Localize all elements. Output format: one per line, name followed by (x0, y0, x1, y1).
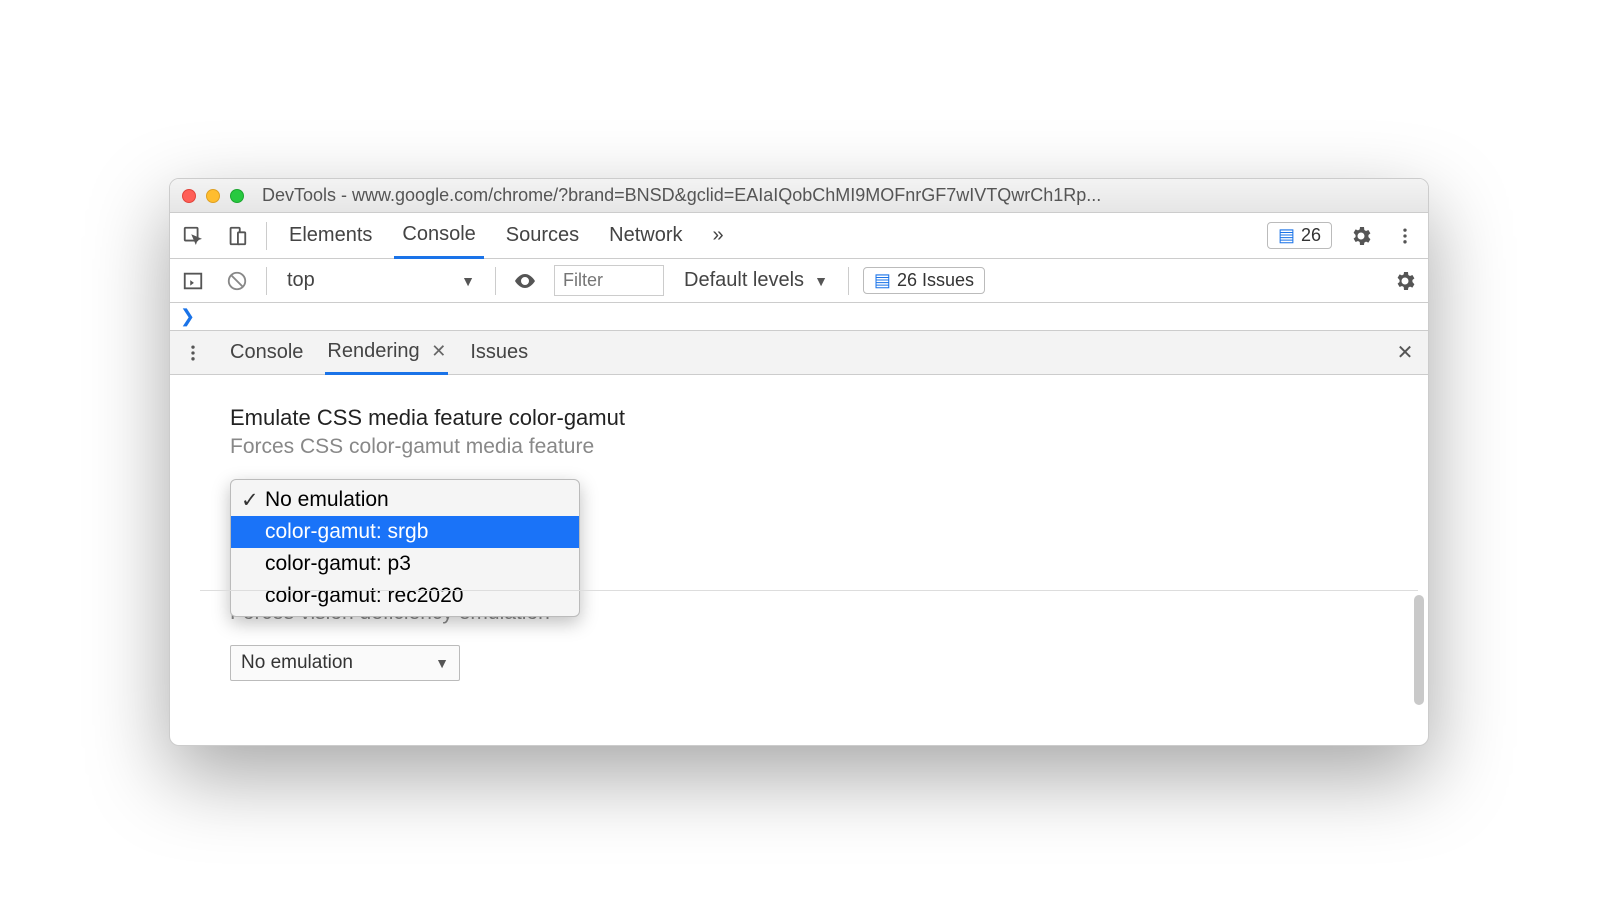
live-expression-icon[interactable] (510, 266, 540, 296)
close-drawer-icon[interactable]: ✕ (1390, 338, 1420, 368)
divider (266, 222, 267, 250)
tab-overflow[interactable]: » (705, 214, 732, 257)
console-settings-icon[interactable] (1390, 266, 1420, 296)
tab-console[interactable]: Console (394, 213, 483, 259)
clear-console-icon[interactable] (222, 266, 252, 296)
menu-item-p3[interactable]: color-gamut: p3 (231, 548, 579, 580)
main-tab-bar: Elements Console Sources Network » ▤ 26 (170, 213, 1428, 259)
devtools-window: DevTools - www.google.com/chrome/?brand=… (169, 178, 1429, 746)
window-title: DevTools - www.google.com/chrome/?brand=… (262, 185, 1416, 206)
tab-elements[interactable]: Elements (281, 214, 380, 257)
kebab-menu-icon[interactable] (1390, 221, 1420, 251)
issues-button[interactable]: ▤ 26 Issues (863, 267, 985, 294)
drawer-tab-bar: Console Rendering ✕ Issues ✕ (170, 331, 1428, 375)
chevron-down-icon: ▼ (461, 273, 475, 289)
console-toolbar: top ▼ Default levels ▼ ▤ 26 Issues (170, 259, 1428, 303)
close-window-button[interactable] (182, 189, 196, 203)
filter-input[interactable] (554, 265, 664, 296)
drawer-tab-rendering[interactable]: Rendering ✕ (325, 331, 448, 375)
console-prompt[interactable]: ❯ (170, 303, 1428, 331)
divider (495, 267, 496, 295)
section-subtitle: Forces CSS color-gamut media feature (230, 435, 1368, 459)
issues-badge[interactable]: ▤ 26 (1267, 222, 1332, 249)
titlebar: DevTools - www.google.com/chrome/?brand=… (170, 179, 1428, 213)
chevron-down-icon: ▼ (435, 655, 449, 671)
drawer-tab-rendering-label: Rendering (327, 340, 419, 362)
minimize-window-button[interactable] (206, 189, 220, 203)
console-sidebar-toggle-icon[interactable] (178, 266, 208, 296)
issues-label: 26 Issues (897, 270, 974, 291)
window-controls (182, 189, 244, 203)
divider (848, 267, 849, 295)
vision-deficiency-select[interactable]: No emulation ▼ (230, 645, 460, 681)
tab-sources[interactable]: Sources (498, 214, 587, 257)
rendering-panel: Emulate CSS media feature color-gamut Fo… (170, 375, 1428, 745)
levels-value: Default levels (684, 269, 804, 292)
inspect-element-icon[interactable] (178, 221, 208, 251)
issues-count: 26 (1301, 225, 1321, 246)
section-title: Emulate CSS media feature color-gamut (230, 405, 1368, 431)
menu-item-rec2020[interactable]: color-gamut: rec2020 (231, 580, 579, 612)
drawer-tab-issues[interactable]: Issues (468, 332, 530, 373)
prompt-chevron-icon: ❯ (180, 306, 195, 327)
context-selector[interactable]: top ▼ (281, 267, 481, 294)
vision-select-value: No emulation (241, 652, 353, 674)
maximize-window-button[interactable] (230, 189, 244, 203)
divider (200, 590, 1418, 591)
device-toggle-icon[interactable] (222, 221, 252, 251)
color-gamut-menu: No emulation color-gamut: srgb color-gam… (230, 479, 580, 617)
tab-network[interactable]: Network (601, 214, 690, 257)
scrollbar-thumb[interactable] (1414, 595, 1424, 705)
close-icon[interactable]: ✕ (431, 341, 446, 361)
divider (266, 267, 267, 295)
settings-icon[interactable] (1346, 221, 1376, 251)
levels-selector[interactable]: Default levels ▼ (678, 267, 834, 294)
menu-item-srgb[interactable]: color-gamut: srgb (231, 516, 579, 548)
context-value: top (287, 269, 315, 292)
menu-item-no-emulation[interactable]: No emulation (231, 484, 579, 516)
message-icon: ▤ (1278, 225, 1295, 246)
drawer-kebab-icon[interactable] (178, 338, 208, 368)
drawer-tab-console[interactable]: Console (228, 332, 305, 373)
message-icon: ▤ (874, 270, 891, 291)
chevron-down-icon: ▼ (814, 273, 828, 289)
